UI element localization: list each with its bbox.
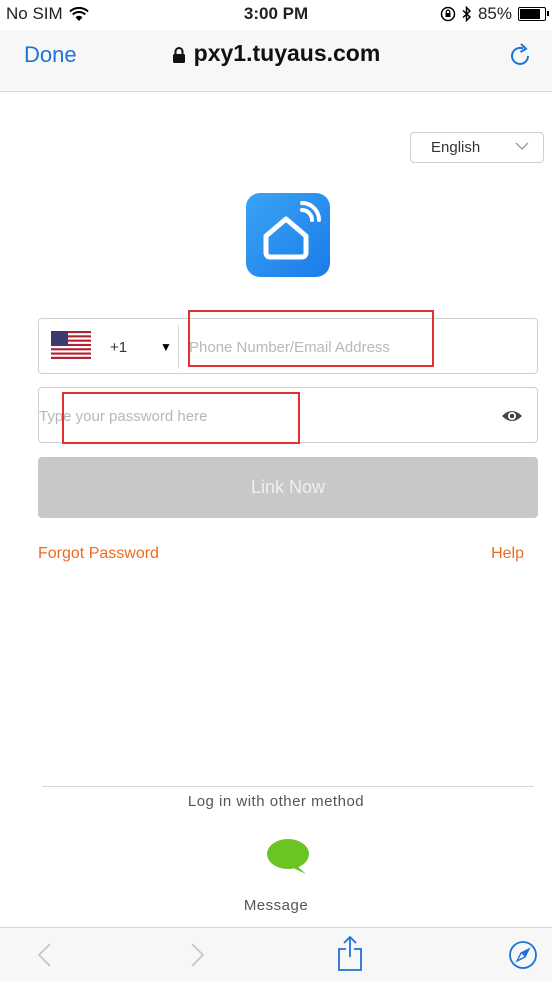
password-input[interactable] (39, 396, 479, 436)
battery-percent: 85% (477, 4, 512, 23)
other-method-heading: Log in with other method (187, 793, 365, 810)
app-logo (246, 193, 330, 277)
smart-home-icon (263, 201, 321, 260)
phone-email-input[interactable] (189, 327, 529, 367)
language-select[interactable]: English (410, 132, 544, 163)
help-link[interactable]: Help (491, 545, 524, 563)
chevron-down-icon (515, 142, 529, 150)
battery-icon (518, 7, 549, 21)
address-bar[interactable]: pxy1.tuyaus.com (0, 40, 552, 67)
bluetooth-icon (462, 6, 472, 22)
forgot-password-link[interactable]: Forgot Password (38, 545, 159, 563)
back-chevron-icon[interactable] (30, 940, 60, 970)
country-code[interactable]: +1 (110, 339, 127, 356)
phone-input-row: +1 ▼ (38, 318, 538, 374)
forward-chevron-icon[interactable] (182, 940, 212, 970)
share-icon[interactable] (335, 936, 365, 972)
link-now-button[interactable]: Link Now (38, 457, 538, 518)
status-bar: No SIM 3:00 PM 85% (0, 0, 552, 30)
password-input-row (38, 387, 538, 443)
field-divider (178, 325, 179, 369)
message-label[interactable]: Message (0, 897, 552, 914)
message-bubble-icon[interactable] (266, 838, 310, 876)
reload-icon[interactable] (506, 40, 536, 70)
rotation-lock-icon (440, 6, 456, 22)
compass-icon[interactable] (508, 940, 538, 970)
lock-icon (172, 46, 185, 63)
browser-nav-bar: Done pxy1.tuyaus.com (0, 30, 552, 92)
status-right: 85% (440, 4, 549, 24)
caret-down-icon[interactable]: ▼ (160, 340, 172, 354)
section-divider (42, 786, 534, 787)
url-text: pxy1.tuyaus.com (193, 40, 381, 66)
browser-toolbar (0, 927, 552, 981)
eye-icon[interactable] (501, 408, 523, 424)
language-value: English (431, 139, 481, 156)
us-flag-icon[interactable] (51, 331, 91, 359)
